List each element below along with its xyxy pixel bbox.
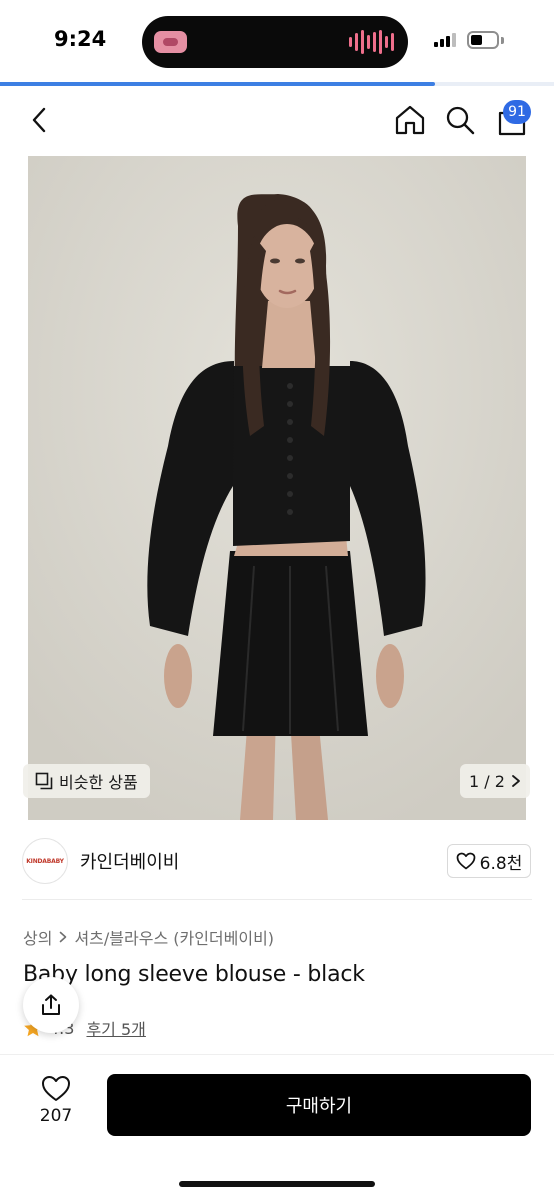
home-button[interactable] [388, 98, 432, 142]
brand-name[interactable]: 카인더베이비 [80, 848, 179, 874]
similar-products-label: 비슷한 상품 [59, 773, 138, 792]
heart-icon [456, 852, 476, 870]
status-bar: 9:24 [0, 0, 554, 84]
home-indicator [179, 1181, 375, 1187]
breadcrumb-subcategory[interactable]: 셔츠/블라우스 (카인더베이비) [74, 925, 274, 949]
cart-count-badge: 91 [503, 100, 531, 124]
audio-waveform-icon [349, 30, 394, 54]
share-button[interactable] [23, 977, 79, 1033]
bottom-action-bar: 207 구매하기 [0, 1054, 554, 1200]
brand-logo[interactable]: KINDABABY [22, 838, 68, 884]
image-page-indicator[interactable]: 1 / 2 [460, 764, 530, 798]
search-icon [446, 106, 475, 135]
battery-level [471, 35, 482, 45]
image-page-count: 1 / 2 [469, 771, 505, 791]
brand-like-button[interactable]: 6.8천 [447, 844, 531, 878]
chevron-left-icon [32, 107, 46, 133]
top-nav [0, 90, 554, 152]
chevron-right-icon [512, 775, 520, 787]
brand-row[interactable]: KINDABABY 카인더베이비 6.8천 [0, 826, 554, 898]
battery-icon [467, 31, 499, 49]
wishlist-count: 207 [39, 1106, 73, 1126]
chevron-right-icon [60, 931, 67, 943]
breadcrumb-category[interactable]: 상의 [23, 925, 52, 949]
buy-button[interactable]: 구매하기 [107, 1074, 531, 1136]
review-count-link[interactable]: 후기 5개 [86, 1016, 145, 1040]
status-time: 9:24 [54, 27, 107, 51]
wishlist-button[interactable]: 207 [26, 1075, 86, 1145]
signal-icon [434, 33, 456, 47]
model-photo [28, 156, 526, 820]
divider [22, 899, 532, 900]
heart-icon [42, 1076, 70, 1101]
brand-logo-text: KINDABABY [26, 857, 64, 865]
breadcrumb: 상의 셔츠/블라우스 (카인더베이비) [23, 925, 274, 949]
product-title: Baby long sleeve blouse - black [23, 962, 365, 987]
search-button[interactable] [438, 98, 482, 142]
share-icon [42, 994, 60, 1015]
dynamic-island [142, 16, 408, 68]
battery-cap [501, 37, 504, 44]
page-load-progress [0, 82, 554, 86]
copy-icon [35, 772, 53, 790]
similar-products-button[interactable]: 비슷한 상품 [23, 764, 150, 798]
brand-like-count: 6.8천 [479, 853, 523, 874]
product-image[interactable] [28, 156, 526, 820]
back-button[interactable] [18, 98, 62, 142]
home-icon [395, 105, 425, 135]
page-load-progress-fill [0, 82, 435, 86]
now-playing-icon [154, 31, 187, 53]
